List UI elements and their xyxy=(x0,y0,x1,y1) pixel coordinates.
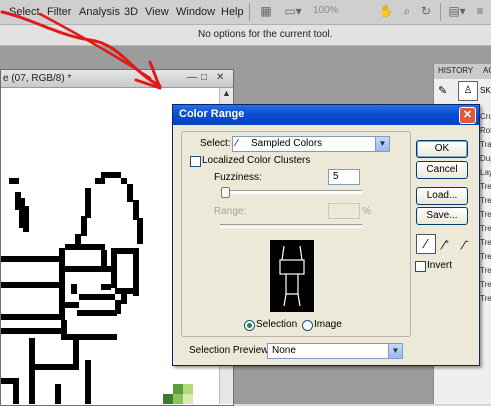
selection-radio-label: Selection xyxy=(256,319,298,330)
maximize-icon[interactable]: □ xyxy=(201,72,207,83)
load-button[interactable]: Load... xyxy=(416,187,468,205)
document-titlebar[interactable]: e (07, RGB/8) * — □ ✕ xyxy=(1,70,233,88)
history-item[interactable]: Trend xyxy=(480,224,491,233)
save-button[interactable]: Save... xyxy=(416,207,468,225)
history-item[interactable]: Trend xyxy=(480,266,491,275)
selection-preview-label: Selection Preview: xyxy=(189,345,272,356)
history-item[interactable]: Trend xyxy=(480,182,491,191)
preview-figure xyxy=(279,245,305,307)
history-item[interactable]: Dupli xyxy=(480,154,491,163)
eyedropper-icon: ⁄ xyxy=(236,138,238,149)
history-item[interactable]: Trans xyxy=(480,140,491,149)
localized-clusters-checkbox[interactable] xyxy=(190,156,201,167)
history-tabs: HISTORY AC xyxy=(434,64,491,79)
history-item[interactable]: Trend xyxy=(480,252,491,261)
arrange-icon[interactable]: ▭▾ xyxy=(284,4,302,19)
cancel-button[interactable]: Cancel xyxy=(416,161,468,179)
snapshot-label[interactable]: SKE xyxy=(480,86,491,95)
fuzziness-slider-thumb[interactable] xyxy=(220,187,230,198)
history-item[interactable]: Trend xyxy=(480,196,491,205)
selection-preview-value: None xyxy=(272,345,296,356)
options-bar-text: No options for the current tool. xyxy=(198,29,333,40)
document-title: e (07, RGB/8) * xyxy=(3,73,72,84)
zoom-tool-icon[interactable]: ⌕ xyxy=(398,4,416,19)
dialog-close-icon[interactable]: ✕ xyxy=(459,107,476,124)
hand-tool-icon[interactable]: ✋ xyxy=(377,4,395,19)
history-item[interactable]: Trend xyxy=(480,294,491,303)
options-group: Select: ⁄ Sampled Colors ▼ Localized Col… xyxy=(181,131,411,337)
range-slider[interactable] xyxy=(220,224,362,228)
dialog-titlebar[interactable]: Color Range ✕ xyxy=(173,105,479,125)
history-item[interactable]: Trend xyxy=(480,280,491,289)
menu-help[interactable]: Help xyxy=(221,6,244,18)
menu-analysis[interactable]: Analysis xyxy=(79,6,120,18)
menu-window[interactable]: Window xyxy=(176,6,215,18)
menu-separator xyxy=(249,3,250,21)
extras-icon[interactable]: ≡ xyxy=(471,4,489,19)
select-dropdown[interactable]: ⁄ Sampled Colors ▼ xyxy=(232,136,390,152)
select-value: Sampled Colors xyxy=(251,138,323,149)
color-range-dialog: Color Range ✕ Select: ⁄ Sampled Colors ▼… xyxy=(172,104,480,366)
ok-button[interactable]: OK xyxy=(416,140,468,158)
select-label: Select: xyxy=(200,138,231,149)
fuzziness-label: Fuzziness: xyxy=(214,172,262,183)
workspace-icon[interactable]: ▤▾ xyxy=(448,4,466,19)
selection-radio[interactable] xyxy=(244,320,255,331)
menu-view[interactable]: View xyxy=(145,6,169,18)
chevron-down-icon[interactable]: ▼ xyxy=(388,344,402,358)
selection-preview-image xyxy=(270,240,314,312)
eyedropper-tool-icon[interactable]: ⁄ xyxy=(416,234,436,254)
localized-clusters-label: Localized Color Clusters xyxy=(202,155,311,166)
add-to-sample-icon[interactable]: ⁄+ xyxy=(437,234,455,252)
menu-filter[interactable]: Filter xyxy=(47,6,71,18)
dialog-title: Color Range xyxy=(179,108,245,120)
history-brush-icon[interactable]: ✎ xyxy=(438,84,447,97)
menu-3d[interactable]: 3D xyxy=(124,6,138,18)
close-icon[interactable]: ✕ xyxy=(216,72,224,83)
options-bar: No options for the current tool. xyxy=(0,25,491,46)
fuzziness-slider[interactable] xyxy=(220,190,362,194)
history-item[interactable]: Trend xyxy=(480,238,491,247)
history-item[interactable]: Laye xyxy=(480,168,491,177)
menu-bar: Select Filter Analysis 3D View Window He… xyxy=(0,0,491,25)
menu-select[interactable]: Select xyxy=(9,6,40,18)
tab-history[interactable]: HISTORY xyxy=(438,66,473,75)
history-item[interactable]: Trend xyxy=(480,210,491,219)
range-input[interactable] xyxy=(328,203,360,219)
history-item[interactable]: Rotat xyxy=(480,126,491,135)
image-radio[interactable] xyxy=(302,320,313,331)
minimize-icon[interactable]: — xyxy=(187,72,197,83)
menu-separator xyxy=(440,3,441,21)
history-item[interactable]: Crop xyxy=(480,112,491,121)
invert-checkbox[interactable] xyxy=(415,261,426,272)
tab-actions[interactable]: AC xyxy=(483,66,491,75)
rotate-view-icon[interactable]: ↻ xyxy=(417,4,435,19)
invert-label: Invert xyxy=(427,260,453,271)
scroll-up-icon[interactable]: ▲ xyxy=(222,88,231,98)
range-unit: % xyxy=(362,206,371,217)
subtract-from-sample-icon[interactable]: ⁄− xyxy=(457,234,475,252)
fuzziness-value: 5 xyxy=(333,171,339,182)
fuzziness-input[interactable]: 5 xyxy=(328,169,360,185)
screen-mode-icon[interactable]: ▦ xyxy=(257,4,275,19)
chevron-down-icon[interactable]: ▼ xyxy=(375,137,389,151)
selection-preview-dropdown[interactable]: None ▼ xyxy=(267,343,403,359)
snapshot-thumbnail-icon[interactable]: ♙ xyxy=(458,81,478,101)
image-radio-label: Image xyxy=(314,319,342,330)
zoom-level[interactable]: 100% xyxy=(313,5,353,18)
range-label: Range: xyxy=(214,206,247,217)
